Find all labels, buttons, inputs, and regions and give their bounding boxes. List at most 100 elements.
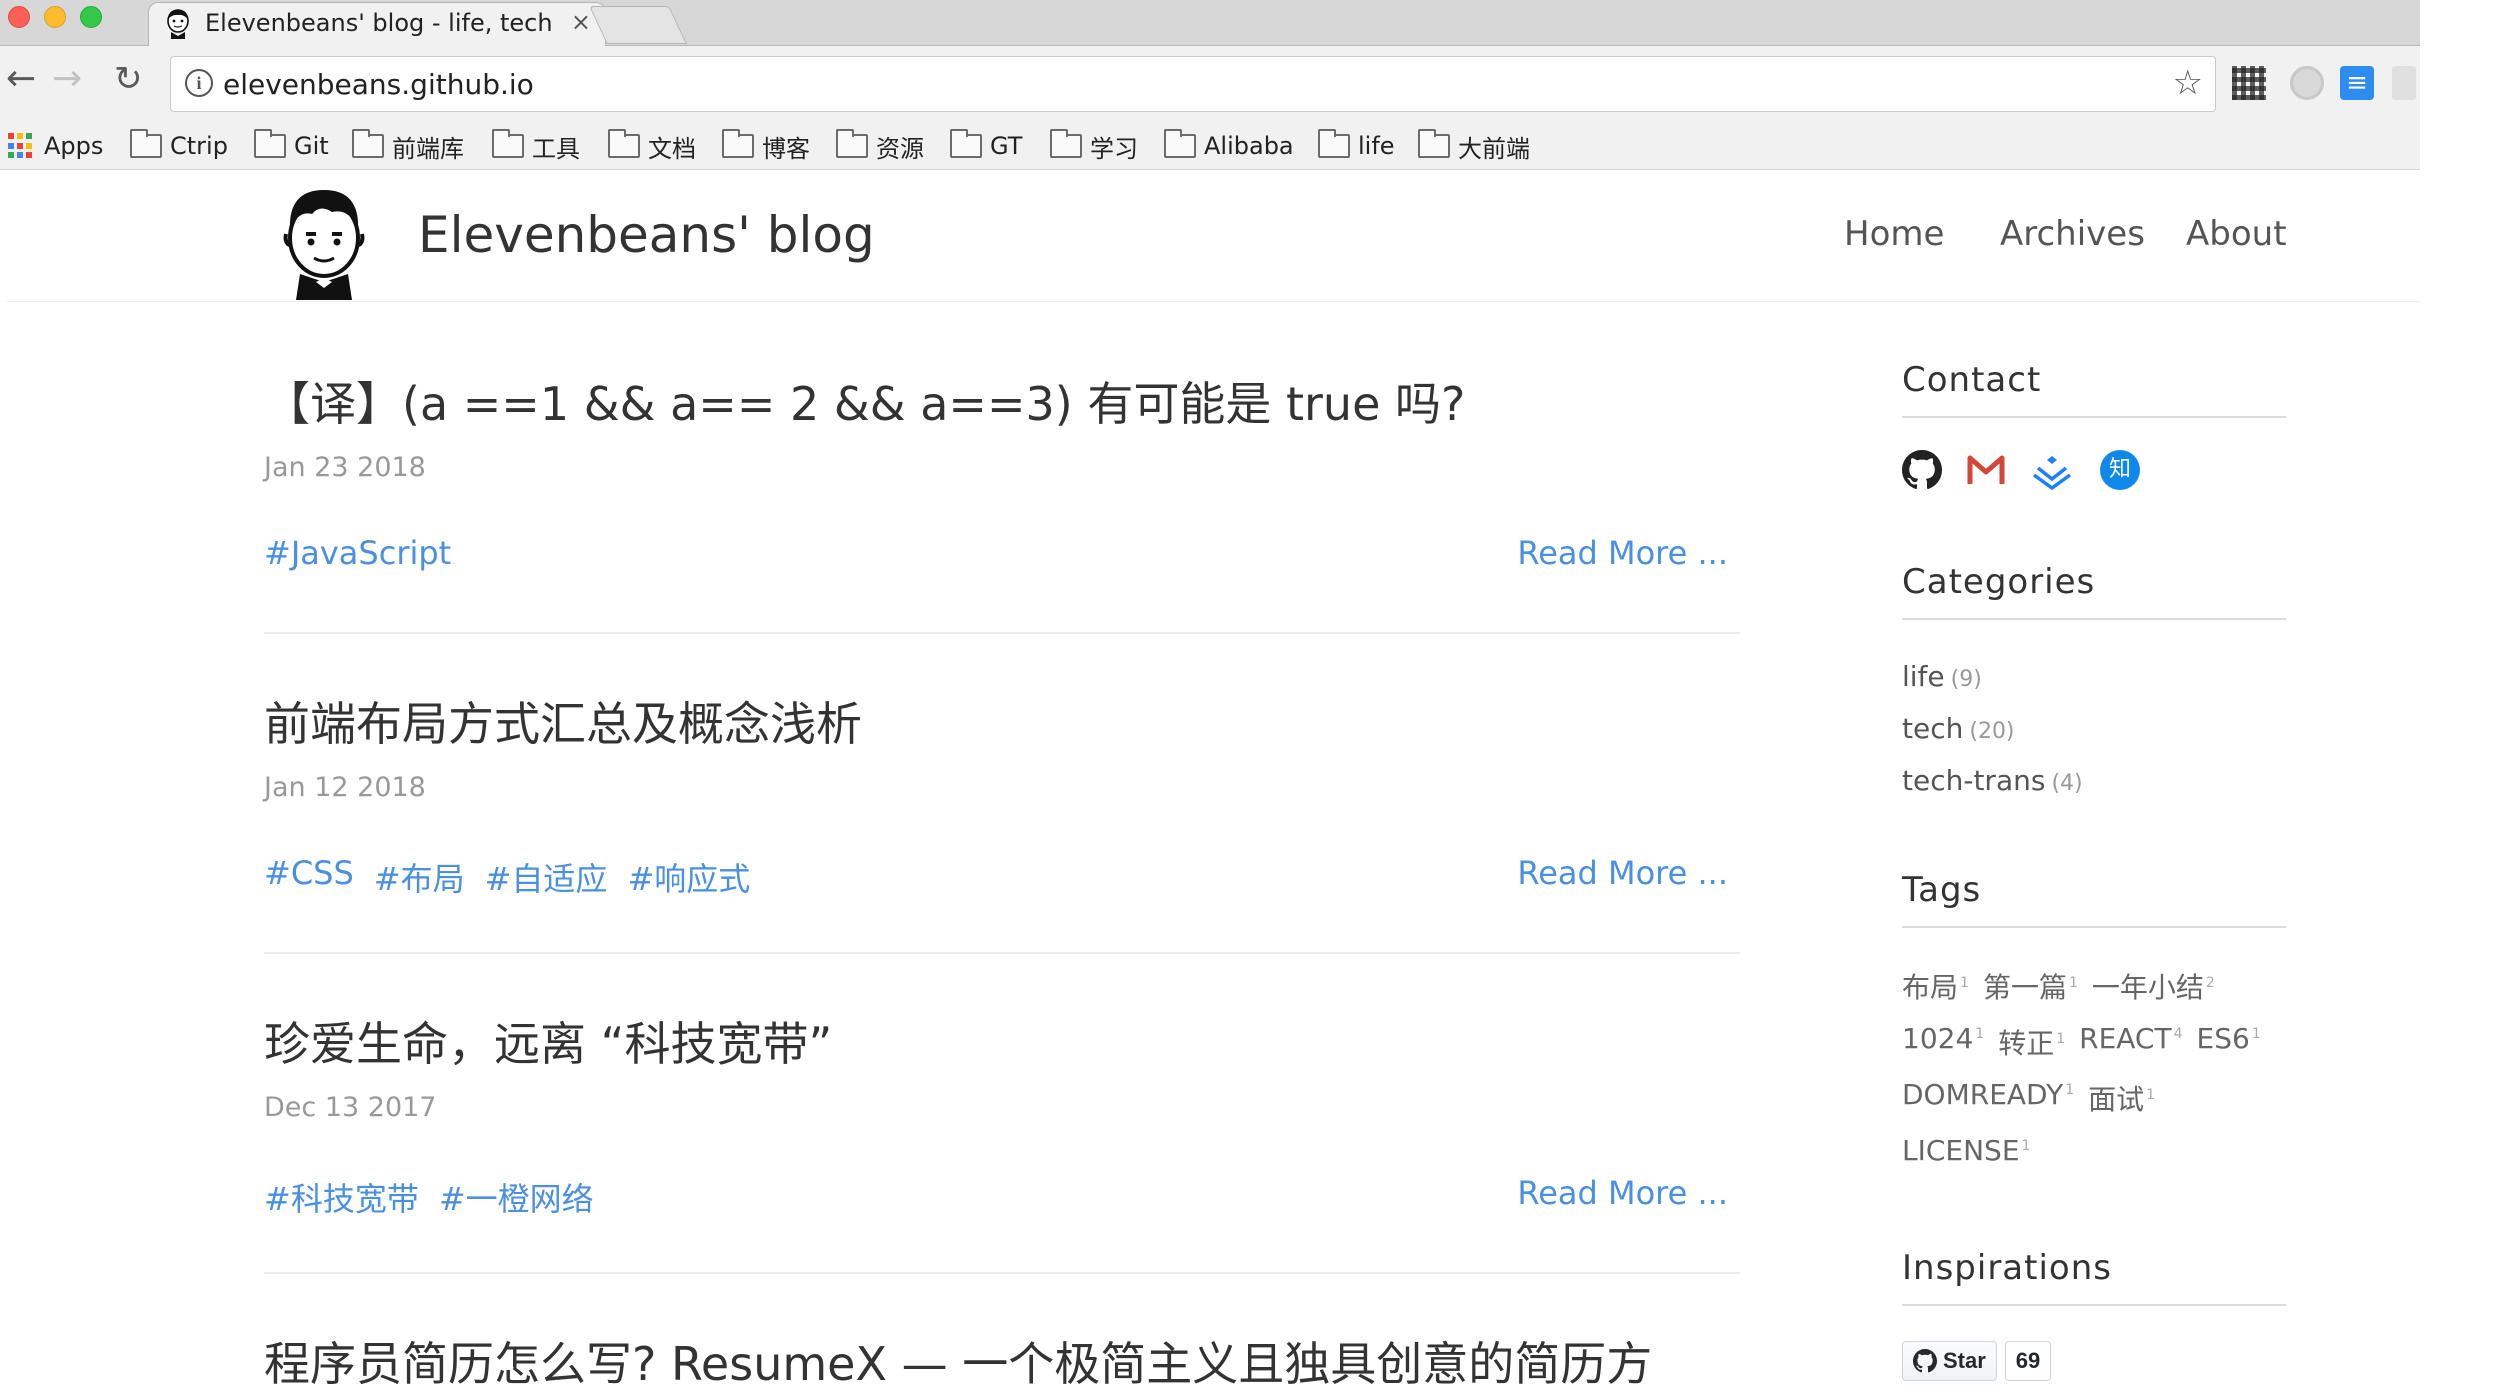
zhihu-icon[interactable]: 知 (2100, 450, 2140, 490)
post-tag-link[interactable]: #响应式 (627, 854, 750, 900)
tag-cloud-row: DOMREADY 1 面试 1 (1902, 1078, 2155, 1118)
new-tab-button[interactable] (589, 6, 687, 44)
bookmark-label: life (1358, 132, 1395, 160)
blog-page: Elevenbeans' blog Home Archives About 【译… (6, 170, 2420, 1392)
tag-cloud-item[interactable]: 转正 1 (1998, 1022, 2065, 1062)
tab-close-icon[interactable]: × (571, 8, 591, 36)
widget-divider (1902, 416, 2286, 418)
juejin-icon[interactable] (2032, 450, 2072, 490)
bookmark-folder[interactable]: GT (950, 126, 1022, 166)
category-count: (20) (1969, 719, 2015, 744)
post-title[interactable]: 前端布局方式汇总及概念浅析 (264, 688, 862, 754)
post-tag-link[interactable]: #布局 (374, 854, 465, 900)
github-star-button[interactable]: Star (1902, 1341, 1997, 1381)
reload-icon[interactable]: ↻ (114, 59, 143, 99)
nav-about-link[interactable]: About (2186, 214, 2287, 254)
post-tag-link[interactable]: #科技宽带 (264, 1174, 419, 1220)
tag-cloud-item[interactable]: 布局 1 (1902, 966, 1969, 1006)
post-title[interactable]: 【译】(a ==1 && a== 2 && a==3) 有可能是 true 吗? (264, 368, 1465, 434)
back-arrow-icon[interactable]: ← (6, 58, 36, 99)
tag-cloud-item[interactable]: 第一篇 1 (1983, 966, 2078, 1006)
read-more-link[interactable]: Read More ... (1517, 854, 1728, 892)
bookmark-folder[interactable]: 大前端 (1418, 126, 1530, 166)
close-window-button[interactable] (8, 6, 30, 28)
tag-cloud-item[interactable]: REACT 4 (2079, 1022, 2182, 1062)
gmail-icon[interactable] (1966, 450, 2006, 490)
post-date: Jan 12 2018 (264, 772, 426, 803)
bookmark-folder[interactable]: Alibaba (1164, 126, 1294, 166)
github-icon[interactable] (1902, 450, 1942, 490)
tag-cloud-item[interactable]: LICENSE 1 (1902, 1134, 2030, 1167)
folder-icon (1318, 129, 1350, 158)
bookmark-label: 前端库 (392, 134, 464, 163)
tab-title: Elevenbeans' blog - life, tech (205, 9, 553, 37)
github-star-widget: Star 69 (1902, 1340, 2052, 1382)
folder-icon (1050, 129, 1082, 158)
post-date: Jan 23 2018 (264, 452, 426, 483)
bookmark-folder[interactable]: 资源 (836, 126, 924, 166)
bookmark-label: 资源 (876, 134, 924, 163)
post-tag-link[interactable]: #CSS (264, 854, 354, 900)
category-count: (9) (1950, 667, 1982, 692)
tag-cloud-item[interactable]: ES6 1 (2197, 1022, 2261, 1062)
juejin-extension-icon[interactable]: ≡ (2340, 66, 2374, 100)
star-count[interactable]: 69 (2004, 1341, 2052, 1381)
post-tag-link[interactable]: #JavaScript (264, 534, 451, 572)
nav-home-link[interactable]: Home (1844, 214, 1944, 254)
forward-arrow-icon[interactable]: → (52, 58, 82, 99)
read-more-link[interactable]: Read More ... (1517, 1174, 1728, 1212)
tag-cloud-item[interactable]: 面试 1 (2088, 1078, 2155, 1118)
qr-code-extension-icon[interactable] (2232, 66, 2266, 100)
bookmark-folder[interactable]: 博客 (722, 126, 810, 166)
post-divider (264, 632, 1740, 634)
site-info-icon[interactable]: i (185, 69, 213, 97)
bookmark-folder[interactable]: 文档 (608, 126, 696, 166)
avatar[interactable] (276, 182, 372, 300)
category-item[interactable]: tech-trans (4) (1902, 764, 2083, 797)
category-item[interactable]: life (9) (1902, 660, 1982, 693)
bookmark-folder[interactable]: life (1318, 126, 1395, 166)
browser-chrome: Elevenbeans' blog - life, tech × ← → ↻ i… (0, 0, 2420, 170)
favicon-icon (167, 9, 189, 39)
extension-overflow-icon[interactable] (2392, 66, 2416, 100)
tags-heading: Tags (1902, 870, 1982, 910)
post-title[interactable]: 珍爱生命，远离 “科技宽带” (264, 1008, 832, 1074)
bookmark-label: Alibaba (1204, 132, 1294, 160)
folder-icon (1164, 129, 1196, 158)
bookmark-folder[interactable]: Git (254, 126, 329, 166)
folder-icon (492, 129, 524, 158)
browser-tab[interactable]: Elevenbeans' blog - life, tech × (148, 2, 606, 46)
bookmark-star-icon[interactable]: ☆ (2173, 63, 2203, 103)
bookmark-label: 大前端 (1458, 134, 1530, 163)
bookmark-folder[interactable]: 学习 (1050, 126, 1138, 166)
site-title[interactable]: Elevenbeans' blog (418, 206, 875, 264)
tag-cloud-item[interactable]: 一年小结 2 (2092, 966, 2215, 1006)
read-more-link[interactable]: Read More ... (1517, 534, 1728, 572)
tab-strip: Elevenbeans' blog - life, tech × (0, 0, 2420, 46)
nav-archives-link[interactable]: Archives (2000, 214, 2145, 254)
maximize-window-button[interactable] (80, 6, 102, 28)
folder-icon (722, 129, 754, 158)
url-text[interactable]: elevenbeans.github.io (223, 68, 534, 101)
post-tags: #科技宽带 #一橙网络 (264, 1174, 594, 1220)
widget-divider (1902, 618, 2286, 620)
address-bar[interactable]: i elevenbeans.github.io ☆ (170, 56, 2216, 112)
bookmark-folder[interactable]: 工具 (492, 126, 580, 166)
bookmark-label: Apps (44, 132, 104, 160)
post-tag-link[interactable]: #一橙网络 (439, 1174, 594, 1220)
tag-cloud-item[interactable]: 1024 1 (1902, 1022, 1984, 1062)
folder-icon (950, 129, 982, 158)
bookmark-folder[interactable]: 前端库 (352, 126, 464, 166)
categories-heading: Categories (1902, 562, 2096, 602)
post-title[interactable]: 程序员简历怎么写? ResumeX — 一个极简主义且独具创意的简历方 (264, 1328, 1652, 1392)
post-tags: #JavaScript (264, 534, 451, 572)
category-item[interactable]: tech (20) (1902, 712, 2015, 745)
minimize-window-button[interactable] (44, 6, 66, 28)
inspirations-heading: Inspirations (1902, 1248, 2112, 1288)
bookmark-folder[interactable]: Ctrip (130, 126, 228, 166)
bookmark-apps[interactable]: Apps (8, 126, 103, 166)
tag-cloud-item[interactable]: DOMREADY 1 (1902, 1078, 2074, 1118)
grey-extension-icon[interactable] (2290, 66, 2324, 100)
category-count: (4) (2051, 771, 2083, 796)
post-tag-link[interactable]: #自适应 (485, 854, 608, 900)
